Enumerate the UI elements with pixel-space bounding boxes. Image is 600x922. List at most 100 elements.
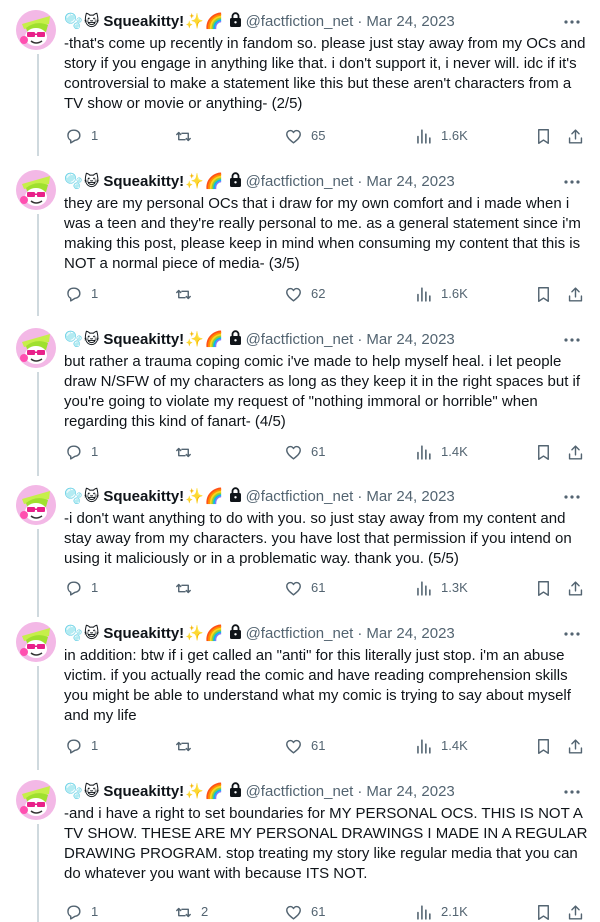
views-button[interactable]: 2.1K bbox=[414, 902, 468, 922]
avatar-image bbox=[16, 485, 56, 525]
tweet[interactable]: 🫧 😺 Squeakitty! ✨ 🌈 @factfiction_net · M… bbox=[0, 0, 600, 156]
more-dots-icon[interactable] bbox=[562, 782, 582, 802]
like-button[interactable]: 61 bbox=[284, 736, 325, 756]
retweet-button[interactable] bbox=[174, 736, 201, 756]
lock-icon bbox=[229, 623, 242, 645]
handle[interactable]: @factfiction_net bbox=[246, 487, 354, 507]
handle[interactable]: @factfiction_net bbox=[246, 624, 354, 644]
tweet-text: -that's come up recently in fandom so. p… bbox=[64, 35, 590, 112]
bookmark-button[interactable] bbox=[534, 442, 553, 462]
timestamp[interactable]: Mar 24, 2023 bbox=[366, 330, 454, 350]
reply-button[interactable]: 1 bbox=[64, 126, 98, 146]
display-name[interactable]: Squeakitty! bbox=[103, 782, 184, 802]
avatar[interactable] bbox=[16, 328, 56, 368]
display-name[interactable]: Squeakitty! bbox=[103, 12, 184, 32]
bookmark-button[interactable] bbox=[534, 284, 553, 304]
action-bar: 1 61 1.4K bbox=[64, 736, 588, 756]
cat-emoji: 😺 bbox=[83, 625, 100, 642]
share-button[interactable] bbox=[566, 736, 585, 756]
share-button[interactable] bbox=[566, 442, 585, 462]
retweet-count: 2 bbox=[201, 904, 209, 919]
more-dots-icon[interactable] bbox=[562, 12, 582, 32]
action-bar: 1 61 1.3K bbox=[64, 578, 588, 598]
views-button[interactable]: 1.6K bbox=[414, 126, 468, 146]
display-name[interactable]: Squeakitty! bbox=[103, 330, 184, 350]
views-button[interactable]: 1.6K bbox=[414, 284, 468, 304]
more-dots-icon[interactable] bbox=[562, 330, 582, 350]
share-button[interactable] bbox=[566, 126, 585, 146]
rainbow-emoji: 🌈 bbox=[204, 488, 224, 505]
rainbow-emoji: 🌈 bbox=[204, 173, 224, 190]
like-button[interactable]: 65 bbox=[284, 126, 325, 146]
share-button[interactable] bbox=[566, 578, 585, 598]
handle[interactable]: @factfiction_net bbox=[246, 172, 354, 192]
like-button[interactable]: 62 bbox=[284, 284, 325, 304]
tweet-body: 🫧 😺 Squeakitty! ✨ 🌈 @factfiction_net · M… bbox=[64, 485, 588, 596]
more-dots-icon[interactable] bbox=[562, 624, 582, 644]
thread-timeline: 🫧 😺 Squeakitty! ✨ 🌈 @factfiction_net · M… bbox=[0, 0, 600, 922]
tweet[interactable]: 🫧 😺 Squeakitty! ✨ 🌈 @factfiction_net · M… bbox=[0, 475, 600, 617]
display-name[interactable]: Squeakitty! bbox=[103, 624, 184, 644]
timestamp[interactable]: Mar 24, 2023 bbox=[366, 12, 454, 32]
sparkles-emoji: ✨ bbox=[185, 625, 204, 642]
like-count: 61 bbox=[311, 444, 326, 459]
reply-count: 1 bbox=[91, 444, 99, 459]
cat-emoji: 😺 bbox=[83, 173, 100, 190]
timestamp[interactable]: Mar 24, 2023 bbox=[366, 172, 454, 192]
retweet-button[interactable] bbox=[174, 126, 201, 146]
reply-button[interactable]: 1 bbox=[64, 284, 98, 304]
avatar-image bbox=[16, 10, 56, 50]
reply-button[interactable]: 1 bbox=[64, 578, 98, 598]
avatar[interactable] bbox=[16, 485, 56, 525]
share-button[interactable] bbox=[566, 902, 585, 922]
heart-icon bbox=[286, 445, 301, 460]
more-dots-icon[interactable] bbox=[562, 172, 582, 192]
tweet[interactable]: 🫧 😺 Squeakitty! ✨ 🌈 @factfiction_net · M… bbox=[0, 160, 600, 316]
timestamp[interactable]: Mar 24, 2023 bbox=[366, 624, 454, 644]
tweet[interactable]: 🫧 😺 Squeakitty! ✨ 🌈 @factfiction_net · M… bbox=[0, 318, 600, 476]
handle[interactable]: @factfiction_net bbox=[246, 12, 354, 32]
retweet-button[interactable] bbox=[174, 578, 201, 598]
views-button[interactable]: 1.3K bbox=[414, 578, 468, 598]
avatar[interactable] bbox=[16, 170, 56, 210]
reply-count: 1 bbox=[91, 738, 99, 753]
action-bar: 1 61 1.4K bbox=[64, 442, 588, 462]
reply-button[interactable]: 1 bbox=[64, 902, 98, 922]
action-bar: 1 62 1.6K bbox=[64, 284, 588, 304]
like-count: 61 bbox=[311, 904, 326, 919]
cat-emoji: 😺 bbox=[83, 488, 100, 505]
timestamp[interactable]: Mar 24, 2023 bbox=[366, 487, 454, 507]
share-button[interactable] bbox=[566, 284, 585, 304]
bookmark-button[interactable] bbox=[534, 902, 553, 922]
display-name[interactable]: Squeakitty! bbox=[103, 172, 184, 192]
like-button[interactable]: 61 bbox=[284, 902, 325, 922]
display-name[interactable]: Squeakitty! bbox=[103, 487, 184, 507]
like-count: 61 bbox=[311, 738, 326, 753]
retweet-button[interactable] bbox=[174, 284, 201, 304]
views-button[interactable]: 1.4K bbox=[414, 736, 468, 756]
avatar[interactable] bbox=[16, 622, 56, 662]
bookmark-button[interactable] bbox=[534, 736, 553, 756]
tweet[interactable]: 🫧 😺 Squeakitty! ✨ 🌈 @factfiction_net · M… bbox=[0, 770, 600, 922]
retweet-button[interactable] bbox=[174, 442, 201, 462]
more-dots-icon[interactable] bbox=[562, 487, 582, 507]
views-button[interactable]: 1.4K bbox=[414, 442, 468, 462]
reply-button[interactable]: 1 bbox=[64, 442, 98, 462]
like-count: 62 bbox=[311, 286, 326, 301]
retweet-button[interactable]: 2 bbox=[174, 902, 208, 922]
tweet[interactable]: 🫧 😺 Squeakitty! ✨ 🌈 @factfiction_net · M… bbox=[0, 612, 600, 770]
tweet-text: -and i have a right to set boundaries fo… bbox=[64, 805, 592, 882]
like-button[interactable]: 61 bbox=[284, 578, 325, 598]
handle[interactable]: @factfiction_net bbox=[246, 330, 354, 350]
bookmark-icon bbox=[538, 128, 549, 144]
views-icon bbox=[417, 738, 431, 754]
reply-button[interactable]: 1 bbox=[64, 736, 98, 756]
handle[interactable]: @factfiction_net bbox=[246, 782, 354, 802]
like-button[interactable]: 61 bbox=[284, 442, 325, 462]
avatar[interactable] bbox=[16, 10, 56, 50]
bookmark-button[interactable] bbox=[534, 126, 553, 146]
views-icon bbox=[417, 444, 431, 460]
bookmark-button[interactable] bbox=[534, 578, 553, 598]
timestamp[interactable]: Mar 24, 2023 bbox=[366, 782, 454, 802]
avatar[interactable] bbox=[16, 780, 56, 820]
